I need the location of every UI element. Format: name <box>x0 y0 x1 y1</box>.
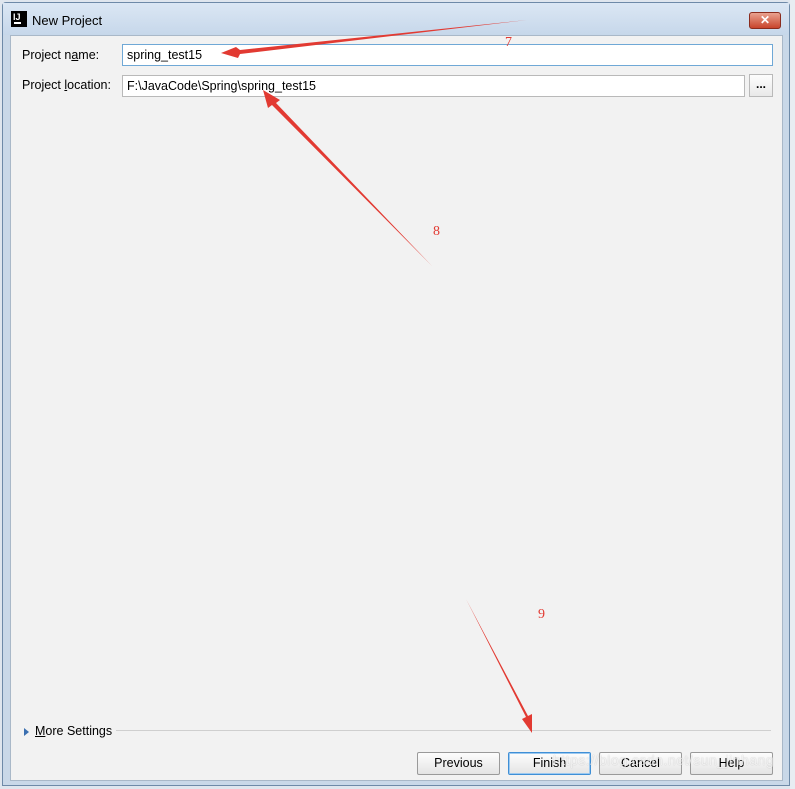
project-location-label: Project location: <box>22 78 111 92</box>
annotation-number-9: 9 <box>538 607 545 622</box>
close-icon: ✕ <box>759 13 771 27</box>
intellij-icon: IJ <box>11 11 27 27</box>
close-button[interactable]: ✕ <box>749 12 781 29</box>
watermark: https://blog.csdn.net/sun_jinhang <box>553 752 775 768</box>
project-name-label: Project name: <box>22 48 100 62</box>
expand-triangle-icon <box>24 727 29 736</box>
project-name-input[interactable]: spring_test15 <box>122 44 773 66</box>
previous-button[interactable]: Previous <box>417 752 500 775</box>
divider <box>116 730 771 731</box>
app-icon-text: IJ <box>13 12 21 22</box>
window-title: New Project <box>32 13 103 28</box>
title-bar[interactable]: IJ New Project ✕ <box>3 3 789 35</box>
project-location-input[interactable]: F:\JavaCode\Spring\spring_test15 <box>122 75 745 97</box>
annotation-number-8: 8 <box>433 224 440 239</box>
background-edge <box>790 0 795 789</box>
browse-label: ... <box>755 77 766 91</box>
project-name-value: spring_test15 <box>127 48 203 62</box>
more-settings-toggle[interactable]: More Settings <box>24 724 112 738</box>
browse-button[interactable]: ... <box>749 74 773 97</box>
annotation-number-7: 7 <box>505 35 512 50</box>
new-project-dialog: IJ New Project ✕ Project name: spring_te… <box>2 2 790 786</box>
project-location-value: F:\JavaCode\Spring\spring_test15 <box>127 79 316 93</box>
dialog-content: Project name: spring_test15 Project loca… <box>10 35 783 781</box>
